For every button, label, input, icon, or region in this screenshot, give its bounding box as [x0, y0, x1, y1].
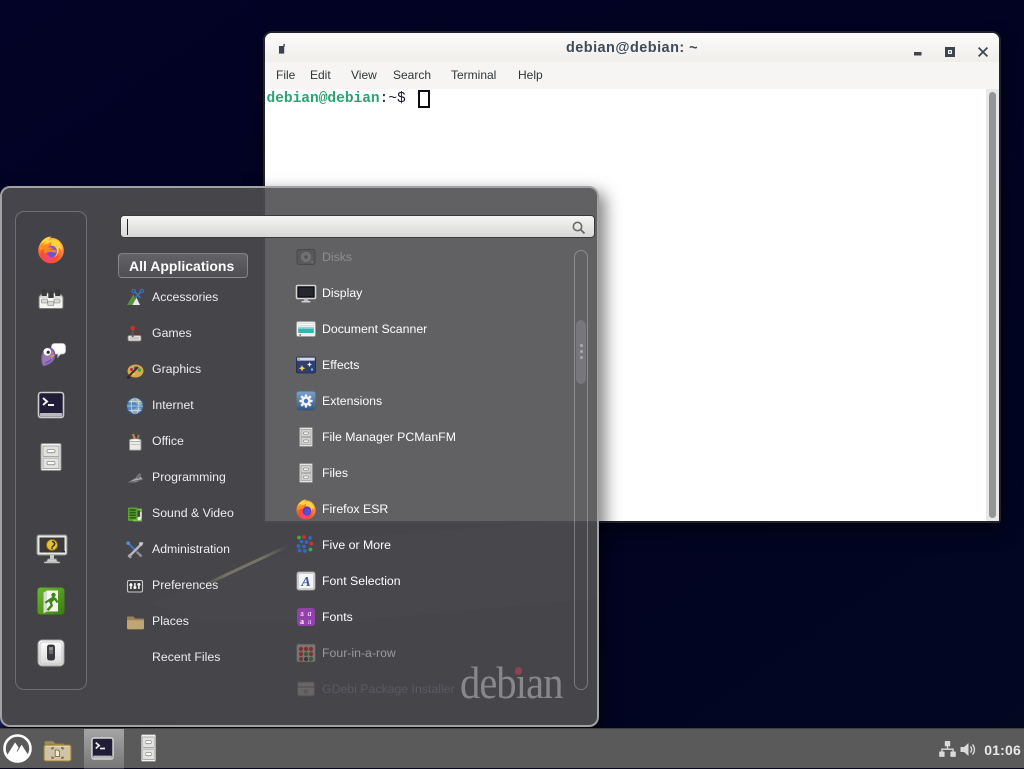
- svg-text:A: A: [300, 575, 310, 590]
- svg-text:a: a: [300, 617, 304, 626]
- svg-text:a: a: [308, 617, 312, 626]
